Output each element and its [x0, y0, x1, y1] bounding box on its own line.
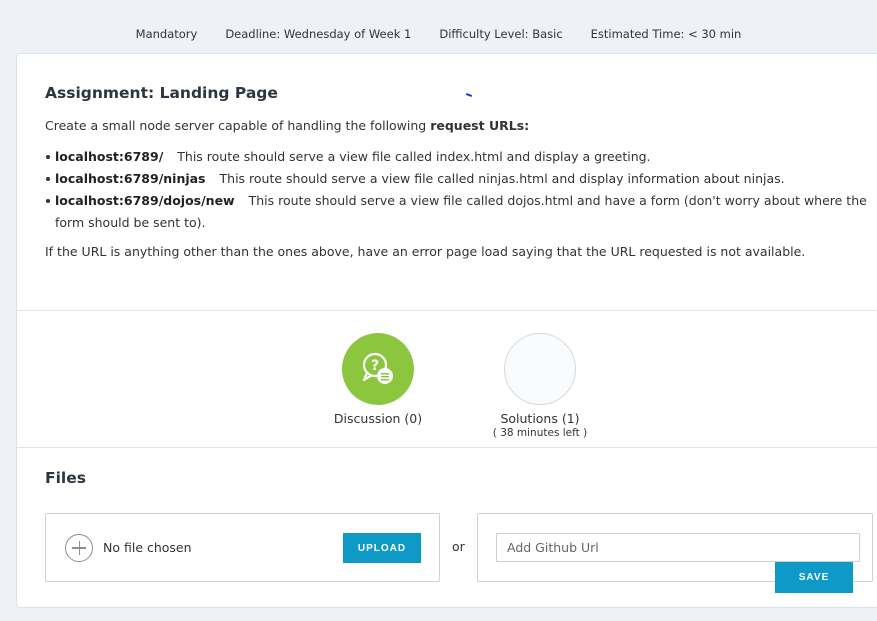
section-divider [17, 447, 877, 448]
save-button[interactable]: SAVE [775, 562, 853, 593]
github-url-panel: SAVE [477, 513, 873, 593]
section-divider [17, 310, 877, 311]
route-description: This route should serve a view file call… [177, 149, 651, 164]
solutions-label: Solutions (1) [500, 411, 580, 426]
difficulty-label: Difficulty Level: Basic [439, 27, 563, 41]
error-page-note: If the URL is anything other than the on… [45, 244, 806, 259]
route-url: localhost:6789/ninjas [55, 171, 206, 186]
estimated-time-label: Estimated Time: < 30 min [590, 27, 742, 41]
list-item: localhost:6789/This route should serve a… [46, 146, 870, 168]
svg-text:?: ? [371, 358, 379, 374]
route-list: localhost:6789/This route should serve a… [45, 146, 870, 234]
or-separator: or [452, 539, 465, 554]
assignment-intro: Create a small node server capable of ha… [45, 118, 529, 133]
solutions-link[interactable]: Solutions (1) ( 38 minutes left ) [485, 333, 595, 439]
solutions-button[interactable] [504, 333, 576, 405]
github-url-input[interactable] [496, 533, 860, 562]
intro-text: Create a small node server capable of ha… [45, 118, 431, 133]
route-url: localhost:6789/dojos/new [55, 193, 235, 208]
discussion-link[interactable]: ? Discussion (0) [323, 333, 433, 426]
add-file-icon[interactable] [65, 534, 93, 562]
solutions-time-left: ( 38 minutes left ) [492, 427, 588, 439]
deadline-label: Deadline: Wednesday of Week 1 [225, 27, 412, 41]
file-status-label: No file chosen [103, 540, 192, 555]
intro-bold-text: request URLs: [430, 118, 530, 133]
list-item: localhost:6789/dojos/new This route shoul… [46, 190, 870, 234]
route-description: This route should serve a view file call… [219, 171, 785, 186]
upload-button[interactable]: UPLOAD [343, 533, 421, 563]
assignment-title: Assignment: Landing Page [45, 84, 278, 102]
discussion-icon: ? [362, 352, 393, 384]
mandatory-label: Mandatory [135, 27, 198, 41]
decorative-mark [465, 93, 473, 97]
assignment-card: Assignment: Landing Page Create a small … [16, 53, 877, 608]
files-section-title: Files [45, 469, 86, 487]
assignment-meta-bar: Mandatory Deadline: Wednesday of Week 1 … [0, 27, 877, 41]
discussion-button[interactable]: ? [342, 333, 414, 405]
file-upload-panel: No file chosen UPLOAD [45, 513, 440, 582]
discussion-label: Discussion (0) [333, 411, 423, 426]
list-item: localhost:6789/ninjas This route should s… [46, 168, 870, 190]
route-url: localhost:6789/ [55, 149, 164, 164]
